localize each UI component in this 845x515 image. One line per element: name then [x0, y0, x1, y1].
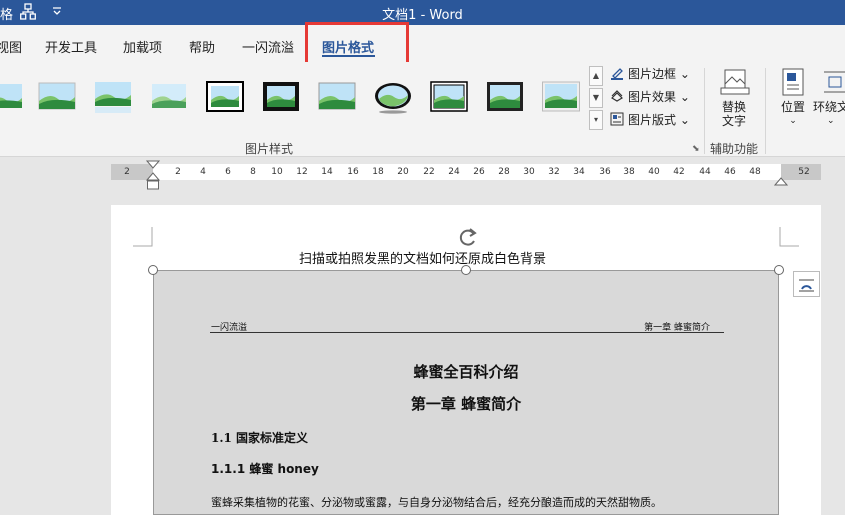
ruler-number: 44 — [699, 167, 711, 177]
alt-text-button[interactable]: 替换 文字 — [714, 100, 754, 128]
ruler-number: 14 — [321, 167, 333, 177]
image-body-text: 蜜蜂采集植物的花蜜、分泌物或蜜露，与自身分泌物结合后，经充分酿造而成的天然甜物质… — [211, 496, 662, 509]
document-caption: 扫描或拍照发黑的文档如何还原成白色背景 — [298, 252, 546, 267]
ruler-number: 38 — [623, 167, 635, 177]
horizontal-ruler[interactable]: 2 2 4 6 8 10 12 14 16 18 20 22 24 26 28 … — [111, 164, 821, 180]
picture-style-thumb[interactable] — [318, 80, 356, 114]
ruler-number: 40 — [648, 167, 660, 177]
ruler-number: 4 — [200, 167, 206, 177]
wrap-text-label: 环绕文 — [813, 100, 845, 114]
accessibility-group-label: 辅助功能 — [710, 142, 759, 156]
ruler-number: 2 — [124, 167, 130, 177]
window-title: 文档1 - Word — [382, 8, 463, 23]
picture-style-thumb[interactable] — [486, 80, 524, 114]
ruler-number: 42 — [673, 167, 685, 177]
alt-text-line1: 替换 — [721, 100, 746, 114]
ruler-number: 22 — [423, 167, 435, 177]
tab-developer[interactable]: 开发工具 — [45, 37, 97, 56]
ruler-number: 36 — [599, 167, 611, 177]
gallery-more-icon[interactable]: ▾ — [589, 110, 603, 130]
ruler-number: 20 — [397, 167, 409, 177]
picture-layout-button[interactable]: 图片版式 ⌄ — [610, 110, 690, 130]
image-subsection: 1.1.1 蜂蜜 honey — [211, 462, 319, 476]
ribbon-tabs: 视图 开发工具 加载项 帮助 一闪流溢 图片格式 — [0, 25, 845, 62]
indent-marker-left-icon[interactable] — [145, 160, 161, 190]
title-bar: 格 文档1 - Word — [0, 0, 845, 25]
image-title: 蜂蜜全百科介绍 — [413, 363, 519, 381]
ruler-number: 52 — [798, 167, 810, 177]
ruler-number: 34 — [573, 167, 585, 177]
resize-handle[interactable] — [148, 265, 158, 275]
ruler-area: 2 2 4 6 8 10 12 14 16 18 20 22 24 26 28 … — [0, 157, 845, 205]
position-button[interactable]: 位置 ⌄ — [774, 100, 812, 128]
tab-view[interactable]: 视图 — [0, 37, 22, 56]
ruler-number: 18 — [372, 167, 384, 177]
pen-border-icon — [610, 66, 624, 80]
layout-icon — [610, 112, 624, 126]
group-separator — [704, 68, 705, 154]
picture-style-thumb[interactable] — [430, 80, 468, 114]
ruler-number: 26 — [473, 167, 485, 177]
alt-text-line2: 文字 — [721, 114, 746, 128]
picture-border-label: 图片边框 — [628, 67, 677, 81]
gallery-scroll-up-icon[interactable]: ▲ — [589, 66, 603, 86]
ruler-number: 30 — [523, 167, 535, 177]
image-chapter: 第一章 蜂蜜简介 — [410, 395, 522, 413]
picture-style-thumb[interactable] — [542, 80, 580, 114]
picture-effects-button[interactable]: 图片效果 ⌄ — [610, 87, 690, 107]
wrap-text-icon[interactable] — [822, 68, 845, 96]
ruler-number: 6 — [225, 167, 231, 177]
picture-style-thumb[interactable] — [150, 80, 188, 114]
layout-options-icon[interactable] — [793, 271, 820, 297]
resize-handle[interactable] — [461, 265, 471, 275]
tab-add-ins[interactable]: 加载项 — [123, 37, 162, 56]
ruler-number: 16 — [347, 167, 359, 177]
tab-help[interactable]: 帮助 — [189, 37, 215, 56]
ruler-number: 8 — [250, 167, 256, 177]
ruler-number: 2 — [175, 167, 181, 177]
image-header-rule — [210, 332, 724, 333]
alt-text-icon[interactable] — [719, 68, 751, 96]
effects-icon — [610, 89, 624, 103]
group-separator — [765, 68, 766, 154]
picture-style-thumb[interactable] — [38, 80, 76, 114]
picture-effects-label: 图片效果 — [628, 90, 677, 104]
ruler-number: 32 — [548, 167, 560, 177]
picture-style-thumb[interactable] — [206, 80, 244, 114]
picture-style-thumb[interactable] — [374, 80, 412, 114]
resize-handle[interactable] — [774, 265, 784, 275]
image-section: 1.1 国家标准定义 — [211, 431, 309, 445]
ruler-number: 10 — [271, 167, 283, 177]
margin-corner-mark — [779, 227, 799, 247]
rotate-handle-icon[interactable] — [456, 225, 480, 249]
picture-border-button[interactable]: 图片边框 ⌄ — [610, 64, 690, 84]
ruler-number: 12 — [296, 167, 308, 177]
indent-marker-right-icon[interactable] — [773, 171, 789, 186]
picture-style-thumb[interactable] — [0, 80, 24, 114]
position-dropdown-icon: ⌄ — [789, 116, 797, 126]
picture-style-thumb[interactable] — [262, 80, 300, 114]
margin-corner-mark — [133, 227, 153, 247]
tab-yishanliuyi[interactable]: 一闪流溢 — [242, 37, 294, 56]
picture-style-thumb[interactable] — [94, 80, 132, 114]
ribbon: ▲ ▼ ▾ 图片边框 ⌄ 图片效果 ⌄ 图片版式 ⌄ 图片样式 ⬊ 替换 文字 … — [0, 62, 845, 157]
position-label: 位置 — [780, 100, 805, 114]
position-icon[interactable] — [780, 68, 806, 96]
wrap-text-button[interactable]: 环绕文 ⌄ — [813, 100, 845, 128]
gallery-scroll-down-icon[interactable]: ▼ — [589, 88, 603, 108]
picture-layout-label: 图片版式 — [628, 113, 677, 127]
ruler-number: 24 — [448, 167, 460, 177]
ruler-number: 46 — [724, 167, 736, 177]
ruler-number: 48 — [749, 167, 761, 177]
wrap-text-dropdown-icon: ⌄ — [827, 116, 835, 126]
picture-styles-group-label: 图片样式 — [245, 142, 294, 156]
dialog-launcher-icon[interactable]: ⬊ — [692, 144, 700, 154]
ruler-number: 28 — [498, 167, 510, 177]
selected-picture[interactable]: 一闪流溢 第一章 蜂蜜简介 蜂蜜全百科介绍 第一章 蜂蜜简介 1.1 国家标准定… — [153, 270, 779, 515]
